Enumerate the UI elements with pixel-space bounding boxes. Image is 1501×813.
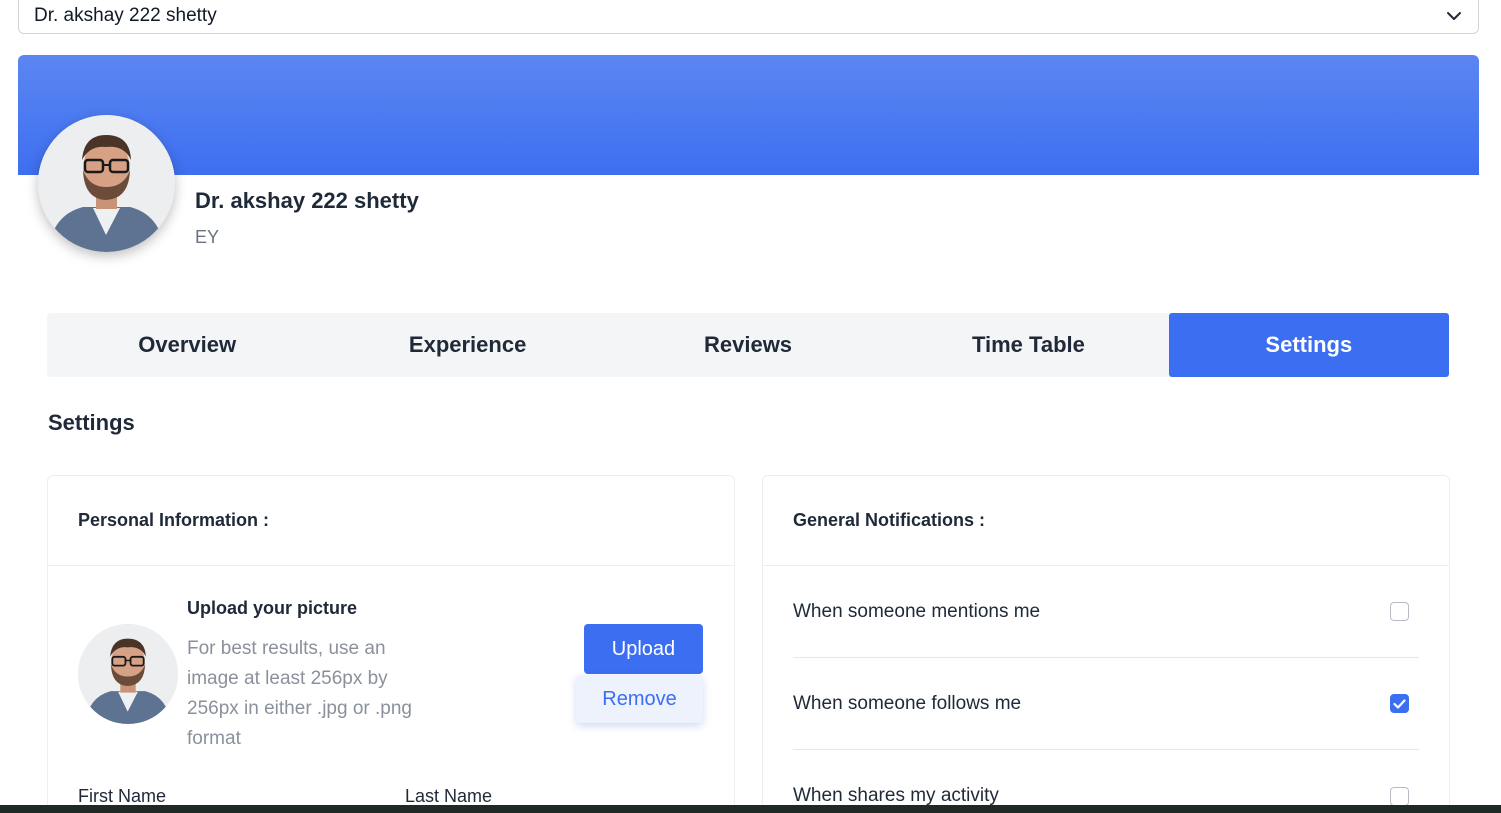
personal-information-panel: Personal Information : Upload your pictu… bbox=[47, 475, 735, 813]
notification-label: When someone mentions me bbox=[793, 600, 1041, 622]
profile-banner bbox=[18, 55, 1479, 175]
first-name-label: First Name bbox=[78, 786, 167, 806]
profile-organization: EY bbox=[195, 227, 220, 247]
general-notifications-panel: General Notifications : When someone men… bbox=[762, 475, 1450, 813]
mentions-checkbox[interactable] bbox=[1390, 602, 1409, 621]
notification-row-mentions: When someone mentions me bbox=[793, 566, 1419, 658]
profile-card: Dr. akshay 222 shetty EY Overview Experi… bbox=[18, 55, 1479, 813]
checkmark-icon bbox=[1393, 698, 1406, 709]
tab-time-table[interactable]: Time Table bbox=[888, 313, 1168, 377]
notification-row-follows: When someone follows me bbox=[793, 658, 1419, 750]
notification-label: When shares my activity bbox=[793, 785, 999, 806]
page-title: Settings bbox=[48, 410, 135, 435]
remove-button[interactable]: Remove bbox=[576, 675, 703, 723]
general-notifications-title: General Notifications : bbox=[763, 476, 1449, 566]
personal-information-title: Personal Information : bbox=[48, 476, 734, 566]
upload-help-text: For best results, use an image at least … bbox=[187, 638, 412, 749]
upload-button[interactable]: Upload bbox=[584, 624, 703, 674]
avatar-preview bbox=[78, 624, 178, 724]
upload-title: Upload your picture bbox=[187, 598, 358, 618]
chevron-down-icon bbox=[1446, 1, 1462, 21]
notification-row-shares: When shares my activity bbox=[793, 750, 1419, 813]
profile-tabs: Overview Experience Reviews Time Table S… bbox=[47, 313, 1450, 377]
tab-reviews[interactable]: Reviews bbox=[608, 313, 888, 377]
doctor-select-value: Dr. akshay 222 shetty bbox=[34, 5, 217, 26]
doctor-select[interactable]: Dr. akshay 222 shetty bbox=[18, 0, 1479, 34]
last-name-label: Last Name bbox=[405, 786, 493, 806]
tab-overview[interactable]: Overview bbox=[47, 313, 327, 377]
follows-checkbox[interactable] bbox=[1390, 694, 1409, 713]
profile-name: Dr. akshay 222 shetty bbox=[195, 188, 419, 213]
taskbar-edge bbox=[0, 805, 1501, 813]
tab-settings[interactable]: Settings bbox=[1168, 313, 1450, 377]
shares-checkbox[interactable] bbox=[1390, 786, 1409, 806]
tab-experience[interactable]: Experience bbox=[327, 313, 607, 377]
notification-label: When someone follows me bbox=[793, 692, 1022, 714]
avatar bbox=[38, 115, 175, 252]
